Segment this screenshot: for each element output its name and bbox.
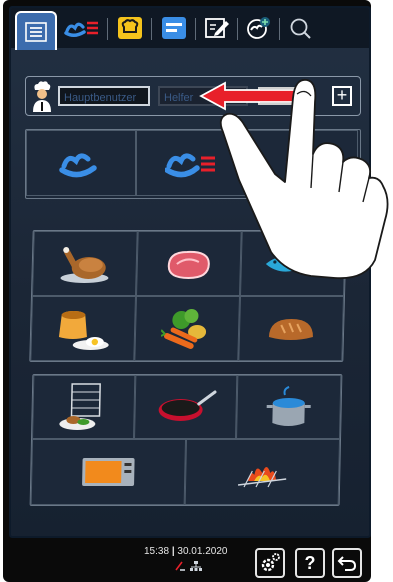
mode-combi[interactable] — [136, 130, 246, 196]
tab-separator — [195, 18, 196, 40]
method-pan-frying[interactable] — [134, 375, 238, 439]
category-meat[interactable] — [136, 231, 242, 296]
help-button[interactable]: ? — [295, 548, 325, 578]
combi-steam-icon — [165, 153, 215, 178]
steam-icon — [59, 153, 97, 178]
status-bar: 15:38 | 30.01.2020 ? — [9, 536, 367, 582]
add-profile-button[interactable]: + — [332, 86, 352, 106]
method-finishing[interactable] — [32, 375, 136, 439]
tab-intelligent-cooking[interactable] — [61, 12, 103, 44]
swipe-left-arrow-icon — [199, 81, 306, 111]
mode-steam[interactable] — [26, 130, 136, 196]
tab-separator — [237, 18, 238, 40]
cooking-method-panel — [29, 374, 343, 506]
clock: 15:38 | 30.01.2020 — [144, 546, 227, 557]
add-cooking-icon — [247, 17, 270, 39]
tab-separator — [151, 18, 152, 40]
help-icon: ? — [304, 552, 316, 573]
tab-separator — [279, 18, 280, 40]
grill-icon — [237, 467, 287, 488]
programming-icon — [162, 17, 186, 39]
clock-time: 15:38 — [144, 546, 170, 557]
category-bakery[interactable] — [238, 296, 344, 361]
chef-hat-icon — [118, 17, 142, 39]
tab-chef[interactable] — [115, 12, 145, 44]
climate-panel — [25, 129, 361, 199]
profile-main-user[interactable]: Hauptbenutzer — [58, 86, 150, 106]
edit-icon — [205, 18, 229, 38]
chef-avatar-icon — [33, 81, 51, 112]
tab-edit[interactable] — [202, 12, 232, 44]
clock-date: 30.01.2020 — [177, 546, 228, 557]
poultry-icon — [60, 246, 109, 283]
menu-icon — [25, 21, 47, 42]
mode-dry-heat[interactable] — [246, 130, 358, 196]
fish-icon — [265, 254, 325, 273]
tab-menu[interactable] — [15, 11, 57, 50]
gear-icon — [261, 553, 280, 572]
profile-main-user-label: Hauptbenutzer — [64, 92, 137, 104]
meat-icon — [167, 250, 210, 279]
bread-icon — [268, 318, 313, 340]
category-side-dishes[interactable] — [134, 296, 240, 361]
back-arrow-icon — [337, 556, 357, 571]
tab-bar — [11, 8, 369, 50]
tab-programming[interactable] — [159, 12, 189, 44]
vegetables-icon — [160, 308, 207, 349]
tab-add-cooking[interactable] — [243, 12, 273, 44]
user-profile-bar: Hauptbenutzer Helfer + — [25, 76, 361, 116]
network-icon — [190, 561, 202, 571]
profile-second-user-label: Helfer — [164, 92, 194, 104]
tab-separator — [107, 18, 108, 40]
back-button[interactable] — [332, 548, 362, 578]
dry-heat-icon — [286, 153, 308, 164]
method-boiling[interactable] — [236, 375, 342, 439]
egg-dishes-icon — [58, 310, 109, 350]
settings-button[interactable] — [255, 548, 285, 578]
method-baking[interactable] — [30, 439, 187, 505]
tab-search[interactable] — [285, 12, 315, 44]
method-grilling[interactable] — [184, 439, 341, 505]
oven-icon — [82, 458, 135, 486]
screen: Hauptbenutzer Helfer + — [9, 6, 371, 538]
haccp-icon — [175, 561, 185, 571]
search-icon — [290, 18, 311, 39]
category-fish[interactable] — [240, 231, 346, 296]
cooking-pot-icon — [266, 386, 311, 426]
finishing-rack-icon — [59, 383, 101, 430]
frying-pan-icon — [158, 390, 217, 421]
category-egg-dishes[interactable] — [30, 296, 137, 361]
intelligent-cooking-icon — [64, 21, 98, 37]
food-category-panel — [29, 230, 347, 362]
category-poultry[interactable] — [32, 231, 138, 296]
